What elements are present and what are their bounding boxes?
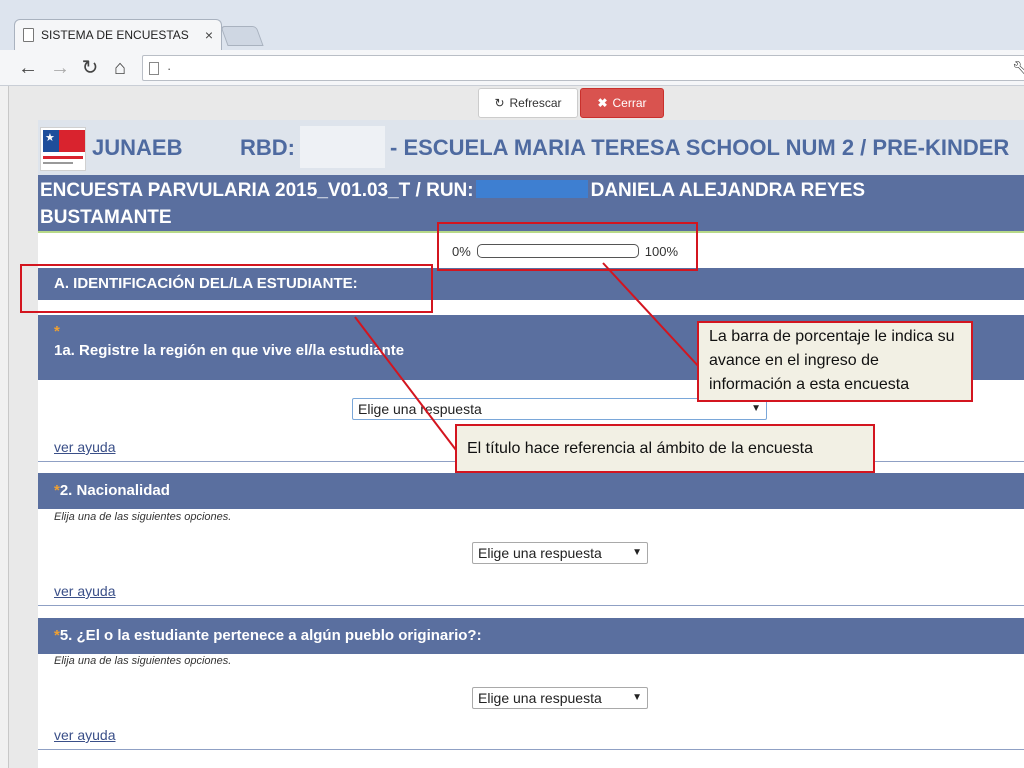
question-header-5: *5. ¿El o la estudiante pertenece a algú… <box>38 618 1024 654</box>
wrench-icon[interactable]: 🔧︎ <box>1012 60 1024 77</box>
close-label: Cerrar <box>612 96 647 110</box>
home-icon[interactable]: ⌂ <box>108 56 132 80</box>
browser-tab[interactable]: SISTEMA DE ENCUESTAS × <box>14 19 222 50</box>
select-value: Elige una respuesta <box>478 545 602 561</box>
address-bar[interactable]: · <box>142 55 1024 81</box>
dropdown-arrow-icon: ▼ <box>751 403 761 414</box>
government-logo: ★ <box>40 127 86 171</box>
question-label: 2. Nacionalidad <box>59 482 170 499</box>
close-button[interactable]: ✖ Cerrar <box>580 88 664 118</box>
refresh-label: Refrescar <box>509 96 562 110</box>
dropdown-arrow-icon: ▼ <box>632 692 642 703</box>
progress-callout: La barra de porcentaje le indica su avan… <box>697 321 973 402</box>
help-link[interactable]: ver ayuda <box>54 727 115 743</box>
title-callout: El título hace referencia al ámbito de l… <box>455 424 875 473</box>
indigenous-select[interactable]: Elige una respuesta ▼ <box>472 687 648 709</box>
address-text: · <box>167 60 172 76</box>
new-tab-button[interactable] <box>220 26 264 46</box>
survey-title: ENCUESTA PARVULARIA 2015_V01.03_T / RUN: <box>40 180 474 201</box>
browser-toolbar: ← → ↻ ⌂ · 🔧︎ <box>0 50 1024 86</box>
question-hint: Elija una de las siguientes opciones. <box>54 655 232 667</box>
org-name: JUNAEB <box>92 135 183 160</box>
school-header: ★ JUNAEB RBD: - ESCUELA MARIA TERESA SCH… <box>38 120 1024 175</box>
question-hint: Elija una de las siguientes opciones. <box>54 511 232 523</box>
reload-icon[interactable]: ↻ <box>78 56 102 80</box>
select-value: Elige una respuesta <box>478 690 602 706</box>
run-redacted <box>475 180 588 198</box>
nationality-select[interactable]: Elige una respuesta ▼ <box>472 542 648 564</box>
tab-title: SISTEMA DE ENCUESTAS <box>41 28 189 42</box>
refresh-button[interactable]: ↻ Refrescar <box>478 88 578 118</box>
progress-highlight <box>437 222 698 271</box>
rbd-label: RBD: <box>240 135 295 160</box>
tab-close-icon[interactable]: × <box>205 27 213 43</box>
refresh-icon: ↻ <box>494 96 505 110</box>
help-link[interactable]: ver ayuda <box>54 439 115 455</box>
student-name: DANIELA ALEJANDRA REYES <box>590 180 866 201</box>
page-icon <box>149 61 159 75</box>
back-icon[interactable]: ← <box>16 56 40 80</box>
question-header-2: *2. Nacionalidad <box>38 473 1024 509</box>
dropdown-arrow-icon: ▼ <box>632 547 642 558</box>
star-icon: ★ <box>45 132 55 144</box>
divider <box>38 749 1024 750</box>
question-label: 5. ¿El o la estudiante pertenece a algún… <box>59 627 482 644</box>
student-last-name: BUSTAMANTE <box>40 207 172 228</box>
help-link[interactable]: ver ayuda <box>54 583 115 599</box>
section-highlight <box>20 264 433 313</box>
forward-icon[interactable]: → <box>48 56 72 80</box>
select-value: Elige una respuesta <box>358 401 482 417</box>
school-name: - ESCUELA MARIA TERESA SCHOOL NUM 2 / PR… <box>390 135 1010 160</box>
close-icon: ✖ <box>597 96 608 110</box>
browser-tab-bar: SISTEMA DE ENCUESTAS × <box>0 0 1024 50</box>
divider <box>38 605 1024 606</box>
page-icon <box>23 28 34 42</box>
rbd-redacted <box>300 126 385 168</box>
